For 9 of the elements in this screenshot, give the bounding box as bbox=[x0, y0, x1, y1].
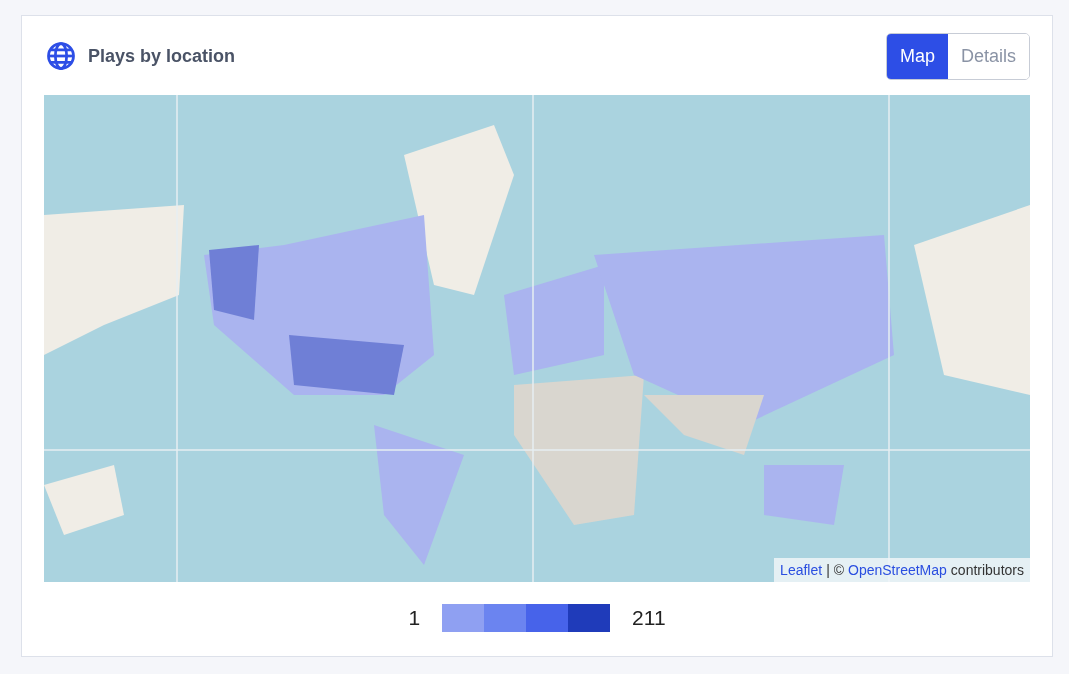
globe-icon bbox=[46, 41, 76, 71]
legend-max: 211 bbox=[632, 606, 666, 630]
attribution-text: contributors bbox=[950, 562, 1024, 578]
attribution-text: | © bbox=[826, 562, 844, 578]
attribution-link[interactable]: Leaflet bbox=[780, 562, 823, 578]
attribution-link[interactable]: OpenStreetMap bbox=[848, 562, 947, 578]
legend-min: 1 bbox=[408, 606, 421, 630]
card-title: Plays by location bbox=[88, 45, 236, 67]
view-tab[interactable]: Map bbox=[886, 33, 948, 79]
